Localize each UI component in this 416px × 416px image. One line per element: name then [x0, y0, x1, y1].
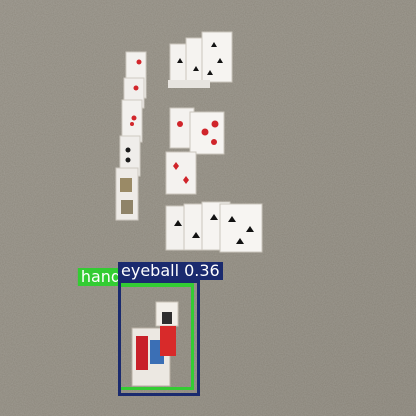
- card-column-hearts: [169, 107, 225, 155]
- card-edge: [168, 80, 210, 88]
- heart-pip-icon: [136, 59, 142, 65]
- playing-card: [201, 31, 233, 83]
- card-column-spades: [165, 201, 263, 253]
- heart-pip-icon: [211, 120, 219, 128]
- photo-scene: handlers 0.63 eyeball 0.36: [0, 0, 416, 416]
- heart-pip-icon: [177, 121, 183, 127]
- face-card-art: [120, 178, 132, 192]
- diamond-pip-icon: [131, 115, 137, 121]
- playing-card: [165, 151, 197, 195]
- playing-card: [219, 203, 263, 253]
- heart-pip-icon: [211, 139, 217, 145]
- face-card-art: [121, 200, 133, 214]
- detection-box-eyeball: [118, 280, 200, 396]
- spade-pip-icon: [125, 157, 131, 163]
- photo-backdrop: [0, 0, 416, 416]
- heart-pip-icon: [133, 85, 139, 91]
- detection-label-eyeball: eyeball 0.36: [118, 262, 223, 280]
- heart-pip-icon: [201, 128, 209, 136]
- spade-pip-icon: [125, 147, 131, 153]
- card-column-diamonds: [165, 151, 197, 195]
- diamond-pip-icon: [130, 122, 134, 126]
